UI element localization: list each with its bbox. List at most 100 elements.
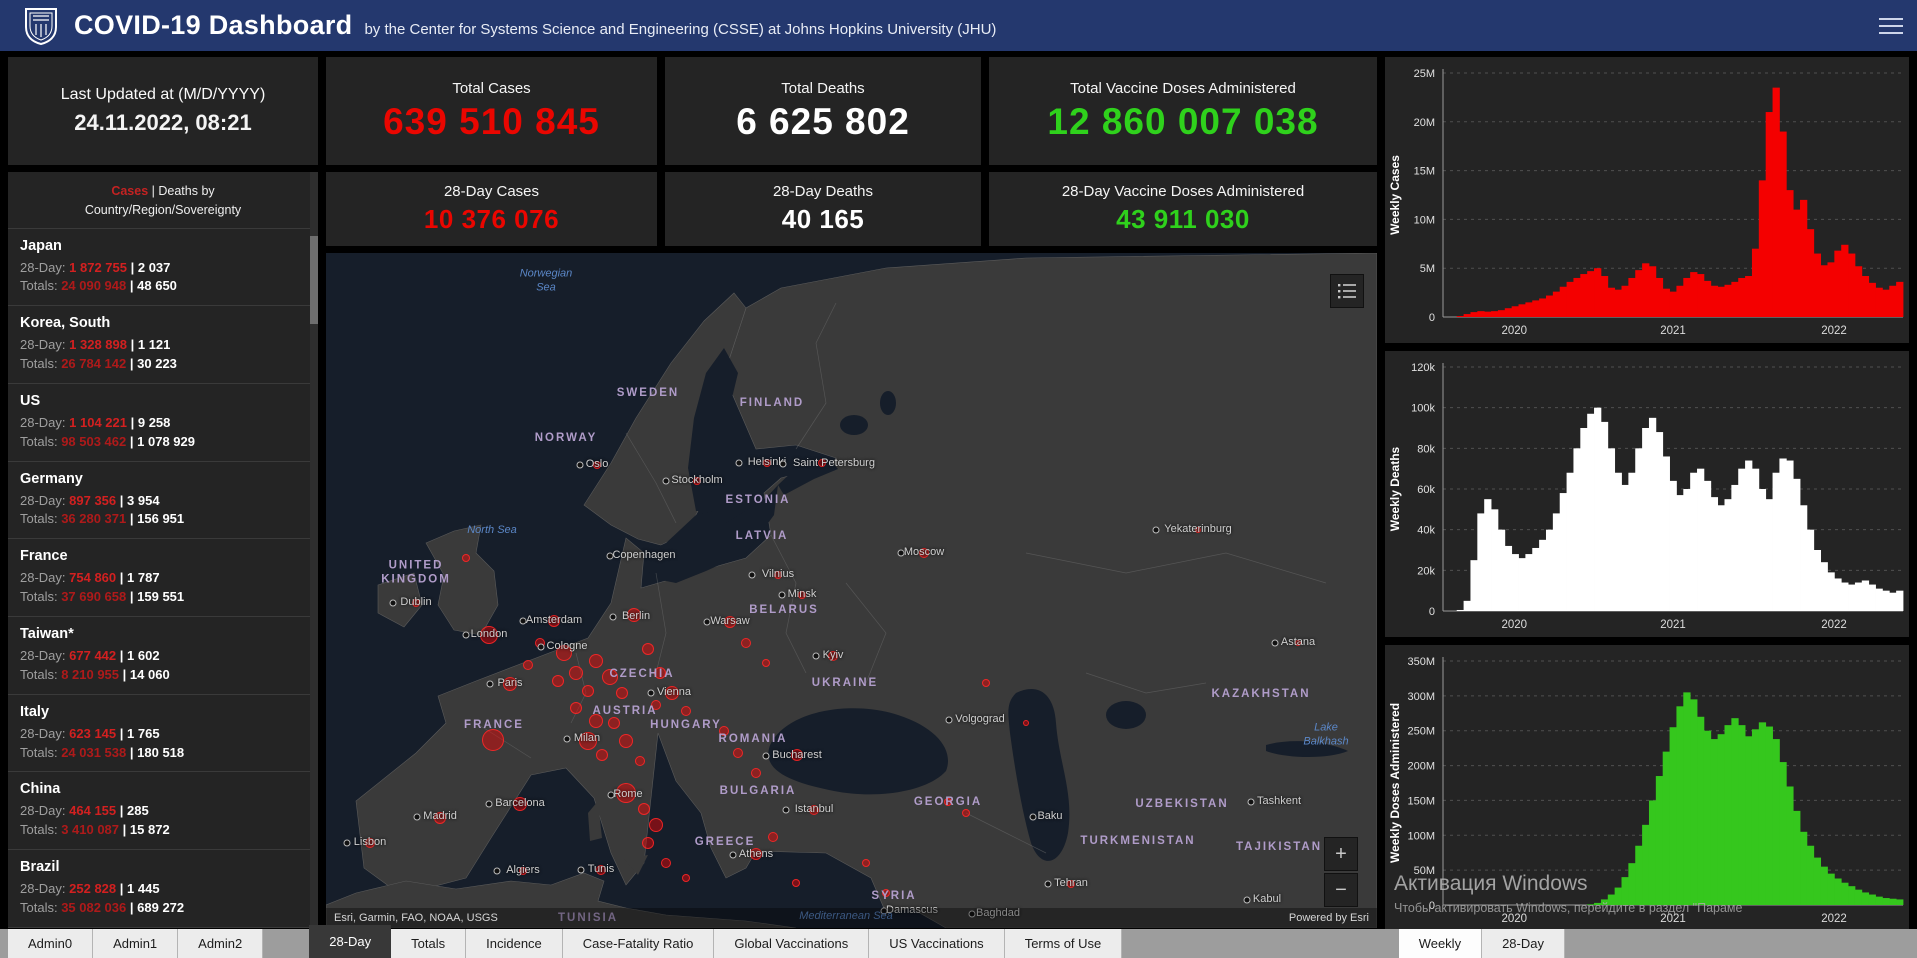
y-axis-tick-label: 15M [1414,166,1435,178]
weekly-doses-chart[interactable]: 0 50M 100M 150M 200M 250M 300M 350M 2020 2021 2022… [1385,645,1909,931]
map-attribution: Esri, Garmin, FAO, NOAA, USGS [334,912,498,924]
app-header: COVID-19 Dashboard by the Center for Sys… [0,0,1917,51]
map-attribution-strip: Esri, Garmin, FAO, NOAA, USGS Powered by… [326,908,1377,928]
28day-vaccine-doses-card: 28-Day Vaccine Doses Administered 43 911… [989,172,1377,246]
weekly-deaths-chart[interactable]: 0 20k 40k 60k 80k 100k 120k 2020 2021 2022 Weekly … [1385,351,1909,637]
y-axis-tick-label: 0 [1429,312,1435,324]
x-axis-year-label: 2022 [1821,619,1847,631]
x-axis-year-label: 2020 [1502,325,1528,337]
country-totals-line: Totals: 24 031 538 | 180 518 [20,744,185,760]
x-axis-year-label: 2021 [1660,619,1686,631]
country-list-item[interactable]: Brazil 28-Day: 252 828 | 1 445 Totals: 35 … [8,849,318,927]
country-28day-line: 28-Day: 252 828 | 1 445 [20,881,160,897]
world-map[interactable]: Norwegian Sea SWEDEN FINLAND NORWAY Oslo Hels… [326,253,1377,928]
y-axis-tick-label: 0 [1429,900,1435,912]
totals-stat-row: Total Cases 639 510 845 Total Deaths 6 6… [326,57,1377,165]
country-list-panel[interactable]: Cases | Deaths by Country/Region/Soverei… [8,172,318,928]
total-vaccine-doses-card: Total Vaccine Doses Administered 12 860 … [989,57,1377,165]
country-list-item[interactable]: China 28-Day: 464 155 | 285 Totals: 3 410 … [8,771,318,849]
country-28day-line: 28-Day: 1 872 755 | 2 037 [20,259,171,275]
country-name: China [20,781,61,798]
page-subtitle: by the Center for Systems Science and En… [364,20,997,38]
country-28day-line: 28-Day: 677 442 | 1 602 [20,648,160,664]
country-list-scrollbar-thumb[interactable] [310,236,318,324]
country-name: US [20,392,41,409]
total-cases-card: Total Cases 639 510 845 [326,57,657,165]
y-axis-tick-label: 5M [1420,263,1435,275]
y-axis-tick-label: 200M [1407,761,1435,773]
page-title: COVID-19 Dashboard [74,10,353,40]
tab-case-fatality-ratio[interactable]: Case-Fatality Ratio [562,929,715,958]
hamburger-menu-icon[interactable] [1879,13,1903,39]
y-axis-tick-label: 80k [1417,443,1435,455]
country-list-item[interactable]: Germany 28-Day: 897 356 | 3 954 Totals: 36… [8,460,318,539]
country-name: Japan [20,237,62,254]
country-28day-line: 28-Day: 623 145 | 1 765 [20,725,160,741]
country-totals-line: Totals: 35 082 036 | 689 272 [20,899,185,915]
x-axis-year-label: 2021 [1660,913,1686,925]
total-vaccine-doses-value: 12 860 007 038 [1047,100,1319,142]
plus-icon: + [1335,842,1347,865]
country-28day-line: 28-Day: 1 104 221 | 9 258 [20,414,171,430]
chart-period-tab-28-day[interactable]: 28-Day [1482,929,1565,958]
last-updated-label: Last Updated at (M/D/YYYY) [60,86,266,103]
y-axis-tick-label: 0 [1429,606,1435,618]
y-axis-tick-label: 20k [1417,565,1435,577]
country-totals-line: Totals: 24 090 948 | 48 650 [20,278,177,294]
x-axis-year-label: 2020 [1502,913,1528,925]
country-list-item[interactable]: Japan 28-Day: 1 872 755 | 2 037 Totals: 24… [8,227,318,306]
country-totals-line: Totals: 3 410 087 | 15 872 [20,822,170,838]
tab-admin1[interactable]: Admin1 [93,929,179,958]
x-axis-year-label: 2022 [1821,325,1847,337]
last-updated-card: Last Updated at (M/D/YYYY) 24.11.2022, 0… [8,57,318,165]
tab-global-vaccinations[interactable]: Global Vaccinations [714,929,870,958]
28day-cases-card: 28-Day Cases 10 376 076 [326,172,657,246]
y-axis-tick-label: 10M [1414,214,1435,226]
map-canvas[interactable] [326,253,1377,928]
country-list-items: Japan 28-Day: 1 872 755 | 2 037 Totals: 24… [8,227,318,929]
chart-period-tabs: Weekly 28-Day [1398,929,1565,958]
country-list-item[interactable]: Korea, South 28-Day: 1 328 898 | 1 121 Tot… [8,305,318,383]
y-axis-title: Weekly Cases [1388,155,1402,235]
28day-vaccine-doses-value: 43 911 030 [1116,204,1250,234]
total-deaths-label: Total Deaths [781,79,865,97]
28day-cases-value: 10 376 076 [423,204,560,234]
country-name: France [20,548,68,565]
total-vaccine-doses-label: Total Vaccine Doses Administered [1070,79,1296,97]
x-axis-year-label: 2022 [1821,913,1847,925]
legend-list-icon [1338,284,1356,299]
country-name: Brazil [20,859,60,876]
country-list-item[interactable]: Taiwan* 28-Day: 677 442 | 1 602 Totals: 8 … [8,616,318,694]
tab-totals[interactable]: Totals [391,929,467,958]
zoom-in-button[interactable]: + [1325,838,1357,870]
minus-icon: − [1335,878,1347,901]
tab-incidence[interactable]: Incidence [466,929,563,958]
tab-us-vaccinations[interactable]: US Vaccinations [869,929,1005,958]
weekly-cases-chart[interactable]: 0 5M 10M 15M 20M 25M 2020 2021 2022 Weekly Cases [1385,57,1909,343]
total-cases-label: Total Cases [452,79,531,97]
chart-period-tab-weekly[interactable]: Weekly [1398,929,1483,958]
28day-stat-row: 28-Day Cases 10 376 076 28-Day Deaths 40… [326,172,1377,246]
country-list-item[interactable]: France 28-Day: 754 860 | 1 787 Totals: 37 … [8,538,318,616]
tab-admin2[interactable]: Admin2 [178,929,264,958]
country-list-item[interactable]: Greece28-Day: 225 306 | 604Totals: 5 360… [8,926,318,928]
tab-terms-of-use[interactable]: Terms of Use [1004,929,1123,958]
country-totals-line: Totals: 36 280 371 | 156 951 [20,511,185,527]
country-name: Korea, South [20,315,111,332]
y-axis-tick-label: 100M [1407,830,1435,842]
tab-admin0[interactable]: Admin0 [8,929,94,958]
tab-28-day[interactable]: 28-Day [309,925,392,958]
country-28day-line: 28-Day: 464 155 | 285 [20,803,149,819]
legend-button[interactable] [1331,275,1363,307]
total-deaths-card: Total Deaths 6 625 802 [665,57,981,165]
zoom-out-button[interactable]: − [1325,874,1357,906]
y-axis-tick-label: 100k [1411,403,1435,415]
country-list-item[interactable]: Italy 28-Day: 623 145 | 1 765 Totals: 24 0… [8,693,318,772]
country-name: Germany [20,470,83,487]
powered-by-esri: Powered by Esri [1288,912,1369,924]
country-list-item[interactable]: US 28-Day: 1 104 221 | 9 258 Totals: 98 50… [8,382,318,461]
country-totals-line: Totals: 8 210 955 | 14 060 [20,666,170,682]
country-name: Taiwan* [20,626,74,643]
y-axis-tick-label: 20M [1414,117,1435,129]
country-28day-line: 28-Day: 897 356 | 3 954 [20,492,160,508]
